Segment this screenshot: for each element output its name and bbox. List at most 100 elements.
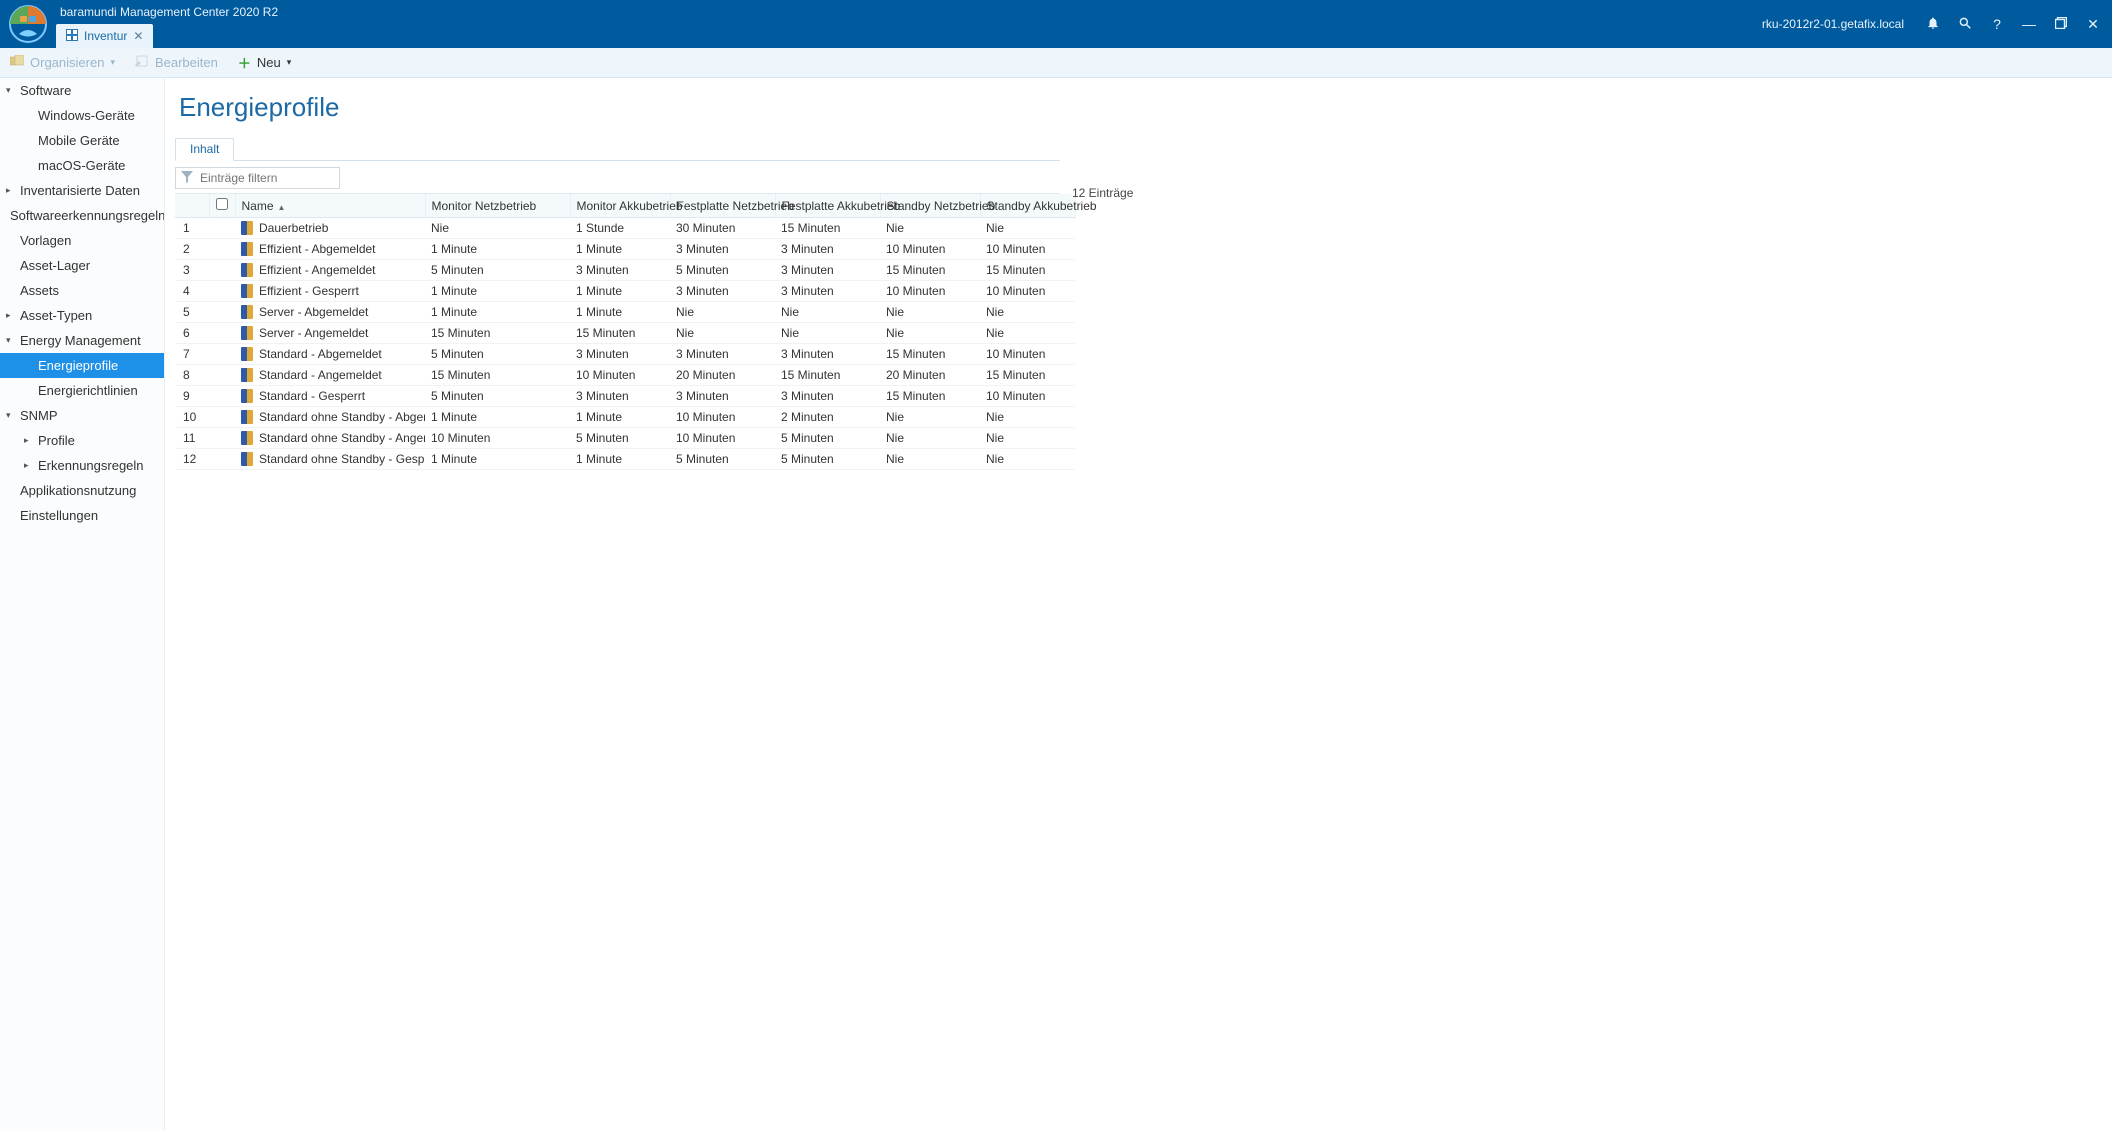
cell-value: Nie xyxy=(670,323,775,344)
sidebar-item-energy-management[interactable]: ▾ Energy Management xyxy=(0,328,164,353)
cell-value: 1 Minute xyxy=(570,449,670,470)
cell-value: Nie xyxy=(670,302,775,323)
energy-profile-icon xyxy=(241,326,253,340)
sidebar-item-label: Applikationsnutzung xyxy=(20,483,136,498)
row-checkbox-cell xyxy=(209,449,235,470)
row-checkbox-cell xyxy=(209,302,235,323)
cell-name-text: Standard - Abgemeldet xyxy=(259,347,382,361)
sidebar-item-snmp[interactable]: ▾SNMP xyxy=(0,403,164,428)
cell-name-text: Standard ohne Standby - Angemeldet xyxy=(259,431,425,445)
column-header-checkbox[interactable] xyxy=(209,194,235,218)
column-header-festplatte-akkubetrieb[interactable]: Festplatte Akkubetrieb xyxy=(775,194,880,218)
column-header-monitor-netzbetrieb[interactable]: Monitor Netzbetrieb xyxy=(425,194,570,218)
energy-profile-icon xyxy=(241,368,253,382)
sidebar-item-label: Erkennungsregeln xyxy=(38,458,144,473)
table-row[interactable]: 1DauerbetriebNie1 Stunde30 Minuten15 Min… xyxy=(175,218,1075,239)
select-all-checkbox[interactable] xyxy=(216,198,228,210)
cell-value: 1 Minute xyxy=(425,281,570,302)
cell-name: Server - Angemeldet xyxy=(235,323,425,344)
titlebar-right: rku-2012r2-01.getafix.local ? — ✕ xyxy=(1752,0,2112,48)
bell-icon[interactable] xyxy=(1924,16,1942,33)
sidebar-item-softwareerkennungsregeln[interactable]: Softwareerkennungsregeln xyxy=(0,203,164,228)
cell-value: 5 Minuten xyxy=(425,260,570,281)
cell-value: 5 Minuten xyxy=(670,449,775,470)
sidebar-item-vorlagen[interactable]: Vorlagen xyxy=(0,228,164,253)
new-label: Neu xyxy=(257,55,281,70)
sort-ascending-icon: ▲ xyxy=(278,203,286,212)
filter-input[interactable] xyxy=(175,167,340,189)
sidebar-item-energierichtlinien[interactable]: Energierichtlinien xyxy=(0,378,164,403)
row-checkbox-cell xyxy=(209,407,235,428)
sidebar-item-asset-lager[interactable]: Asset-Lager xyxy=(0,253,164,278)
column-header-standby-netzbetrieb[interactable]: Standby Netzbetrieb xyxy=(880,194,980,218)
sidebar-item-einstellungen[interactable]: Einstellungen xyxy=(0,503,164,528)
sidebar-item-label: macOS-Geräte xyxy=(38,158,125,173)
row-checkbox-cell xyxy=(209,218,235,239)
energy-profile-icon xyxy=(241,431,253,445)
cell-value: Nie xyxy=(425,218,570,239)
filter-icon xyxy=(181,171,193,186)
sidebar-item-windows-ger-te[interactable]: Windows-Geräte xyxy=(0,103,164,128)
cell-value: 5 Minuten xyxy=(425,344,570,365)
column-header-festplatte-netzbetrieb[interactable]: Festplatte Netzbetrieb xyxy=(670,194,775,218)
cell-name: Server - Abgemeldet xyxy=(235,302,425,323)
sidebar-item-software[interactable]: ▾Software xyxy=(0,78,164,103)
window-close-button[interactable]: ✕ xyxy=(2084,16,2102,33)
sidebar-item-energieprofile[interactable]: Energieprofile xyxy=(0,353,164,378)
sidebar-item-mobile-ger-te[interactable]: Mobile Geräte xyxy=(0,128,164,153)
cell-value: 1 Minute xyxy=(570,281,670,302)
filter-row xyxy=(175,167,1060,189)
table-row[interactable]: 8Standard - Angemeldet15 Minuten10 Minut… xyxy=(175,365,1075,386)
cell-value: 1 Minute xyxy=(570,407,670,428)
organize-button[interactable]: Organisieren ▾ xyxy=(10,55,115,70)
cell-value: 15 Minuten xyxy=(880,344,980,365)
side-panel: 12 Einträge xyxy=(1060,78,2112,1131)
window-restore-button[interactable] xyxy=(2052,16,2070,32)
window-minimize-button[interactable]: — xyxy=(2020,16,2038,32)
cell-name: Standard - Angemeldet xyxy=(235,365,425,386)
cell-value: 5 Minuten xyxy=(425,386,570,407)
cell-name-text: Effizient - Angemeldet xyxy=(259,263,376,277)
cell-name: Standard - Gesperrt xyxy=(235,386,425,407)
table-row[interactable]: 6Server - Angemeldet15 Minuten15 Minuten… xyxy=(175,323,1075,344)
table-row[interactable]: 7Standard - Abgemeldet5 Minuten3 Minuten… xyxy=(175,344,1075,365)
table-row[interactable]: 4Effizient - Gesperrt1 Minute1 Minute3 M… xyxy=(175,281,1075,302)
window-tabs: Inventur ✕ xyxy=(56,24,1752,48)
table-row[interactable]: 12Standard ohne Standby - Gesperrt1 Minu… xyxy=(175,449,1075,470)
row-checkbox-cell xyxy=(209,344,235,365)
table-row[interactable]: 5Server - Abgemeldet1 Minute1 MinuteNieN… xyxy=(175,302,1075,323)
sidebar-item-asset-typen[interactable]: ▸Asset-Typen xyxy=(0,303,164,328)
table-row[interactable]: 9Standard - Gesperrt5 Minuten3 Minuten3 … xyxy=(175,386,1075,407)
search-icon[interactable] xyxy=(1956,16,1974,33)
sidebar-item-inventarisierte-daten[interactable]: ▸Inventarisierte Daten xyxy=(0,178,164,203)
cell-name: Standard - Abgemeldet xyxy=(235,344,425,365)
cell-value: Nie xyxy=(880,218,980,239)
edit-button[interactable]: Bearbeiten xyxy=(135,55,218,70)
cell-value: 10 Minuten xyxy=(670,428,775,449)
help-icon[interactable]: ? xyxy=(1988,16,2006,32)
chevron-down-icon: ▾ xyxy=(6,85,16,96)
table-row[interactable]: 11Standard ohne Standby - Angemeldet10 M… xyxy=(175,428,1075,449)
chevron-down-icon: ▾ xyxy=(6,335,16,346)
cell-value: Nie xyxy=(880,323,980,344)
sidebar-item-profile[interactable]: ▸Profile xyxy=(0,428,164,453)
organize-icon xyxy=(10,55,24,70)
column-header-rownum[interactable] xyxy=(175,194,209,218)
table-row[interactable]: 10Standard ohne Standby - Abgemeldet1 Mi… xyxy=(175,407,1075,428)
tab-inhalt[interactable]: Inhalt xyxy=(175,138,234,161)
table-row[interactable]: 3Effizient - Angemeldet5 Minuten3 Minute… xyxy=(175,260,1075,281)
tab-inventur[interactable]: Inventur ✕ xyxy=(56,24,153,48)
sidebar-item-erkennungsregeln[interactable]: ▸Erkennungsregeln xyxy=(0,453,164,478)
sidebar-item-label: Softwareerkennungsregeln xyxy=(10,208,165,223)
sidebar-item-applikationsnutzung[interactable]: Applikationsnutzung xyxy=(0,478,164,503)
sidebar-item-label: Energy Management xyxy=(20,333,141,348)
column-header-name[interactable]: Name▲ xyxy=(235,194,425,218)
sidebar-item-label: Assets xyxy=(20,283,59,298)
cell-value: 3 Minuten xyxy=(775,281,880,302)
table-row[interactable]: 2Effizient - Abgemeldet1 Minute1 Minute3… xyxy=(175,239,1075,260)
column-header-monitor-akkubetrieb[interactable]: Monitor Akkubetrieb xyxy=(570,194,670,218)
sidebar-item-macos-ger-te[interactable]: macOS-Geräte xyxy=(0,153,164,178)
sidebar-item-assets[interactable]: Assets xyxy=(0,278,164,303)
close-icon[interactable]: ✕ xyxy=(133,29,143,43)
new-button[interactable]: ＋ Neu ▾ xyxy=(238,53,291,72)
